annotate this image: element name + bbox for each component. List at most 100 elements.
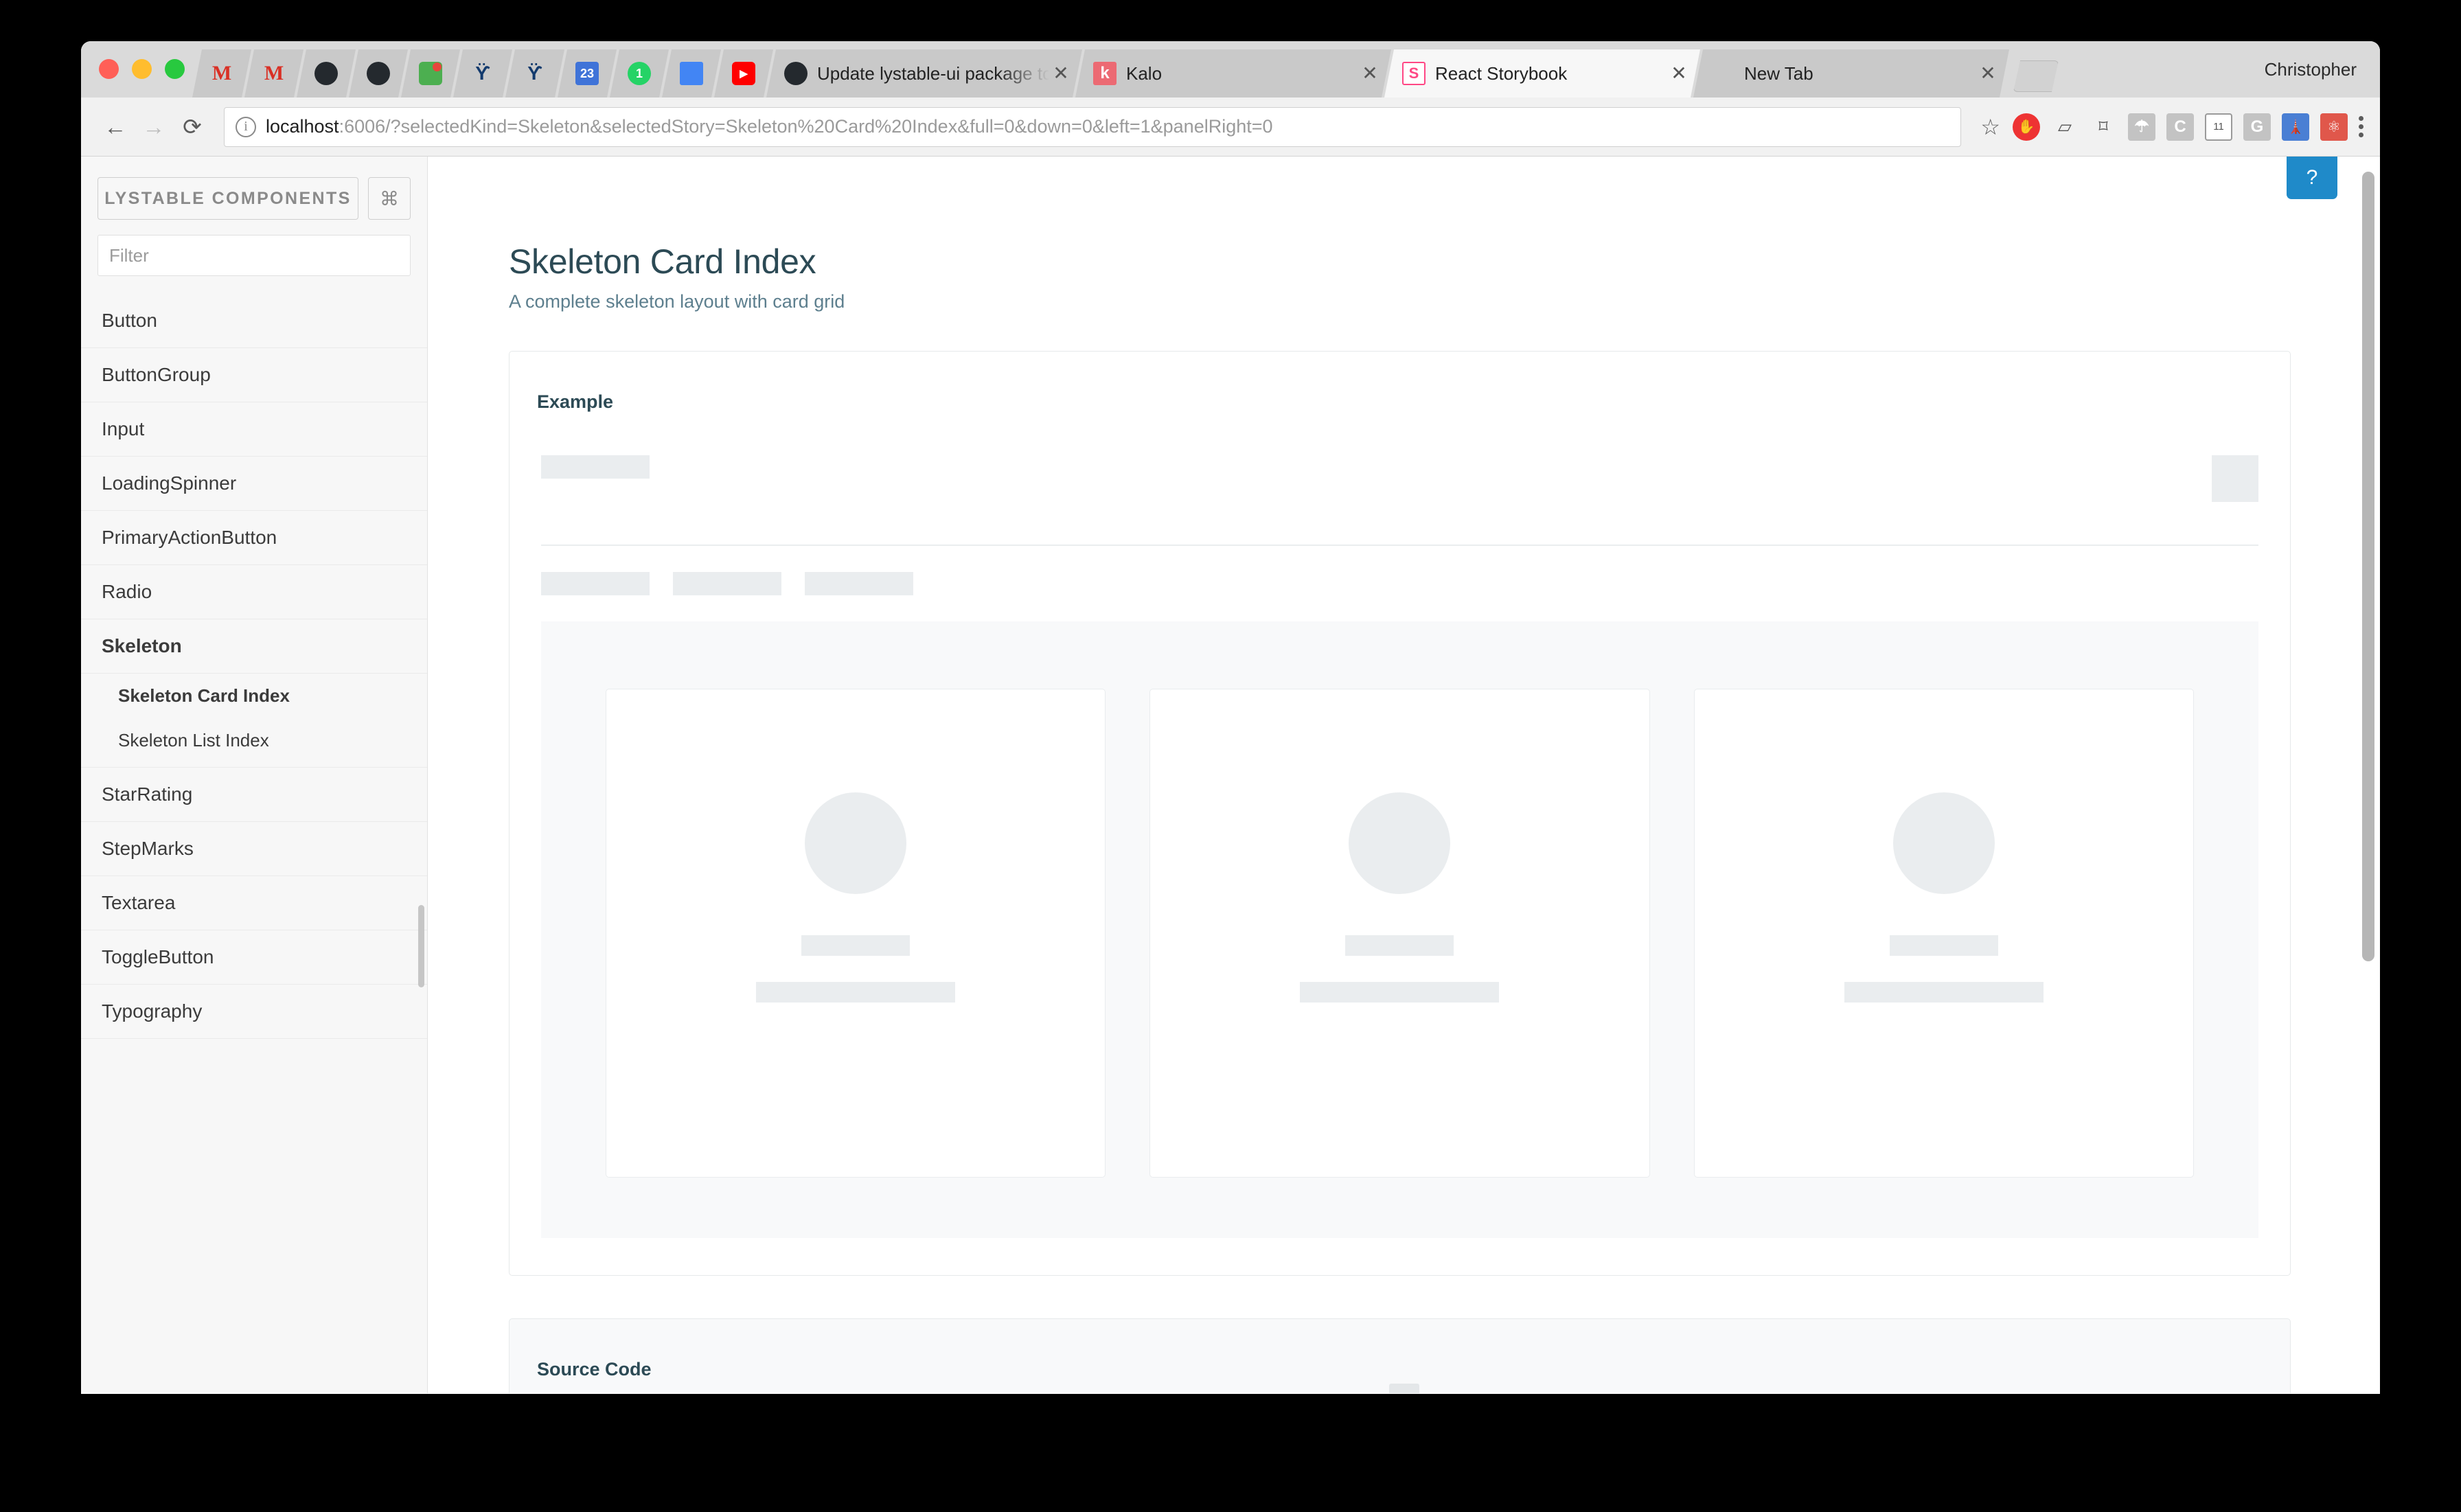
bookmark-star-icon[interactable]: ☆ bbox=[1980, 114, 2000, 140]
minimize-window-button[interactable] bbox=[132, 59, 152, 79]
sidebar-scrollbar[interactable] bbox=[418, 905, 424, 987]
sidebar-list: Button ButtonGroup Input LoadingSpinner Prim… bbox=[81, 294, 427, 1039]
panel-resize-handle[interactable] bbox=[1388, 1384, 1419, 1393]
sidebar-item-primaryactionbutton[interactable]: PrimaryActionButton bbox=[81, 511, 427, 565]
sidebar-story-skeleton-card-index[interactable]: Skeleton Card Index bbox=[81, 674, 427, 718]
close-window-button[interactable] bbox=[99, 59, 119, 79]
browser-tab[interactable]: New Tab ✕ bbox=[1693, 49, 2009, 98]
sidebar-item-button[interactable]: Button bbox=[81, 294, 427, 348]
help-button[interactable]: ? bbox=[2287, 157, 2337, 199]
screenshot-icon[interactable]: ▱ bbox=[2051, 113, 2079, 141]
favicon-icon bbox=[314, 62, 338, 85]
story-content: ? Skeleton Card Index A complete skeleto… bbox=[428, 157, 2380, 1393]
skeleton-card bbox=[1693, 689, 2194, 1178]
sidebar-item-label: Radio bbox=[102, 581, 152, 602]
react-devtools-icon[interactable]: ⚛ bbox=[2320, 113, 2348, 141]
new-tab-button[interactable] bbox=[2013, 60, 2059, 92]
sidebar-item-starrating[interactable]: StarRating bbox=[81, 768, 427, 822]
command-shortcut-icon[interactable]: ⌘ bbox=[368, 177, 411, 220]
tab-close-icon[interactable]: ✕ bbox=[1049, 64, 1073, 83]
sidebar-item-radio[interactable]: Radio bbox=[81, 565, 427, 619]
storybook-sidebar: LYSTABLE COMPONENTS ⌘ Filter Button Butto… bbox=[81, 157, 428, 1393]
umbrella-icon[interactable]: ☂ bbox=[2128, 113, 2155, 141]
back-button[interactable]: ← bbox=[96, 108, 135, 146]
skeleton-avatar-placeholder bbox=[1892, 792, 1995, 894]
sidebar-header: LYSTABLE COMPONENTS ⌘ bbox=[81, 177, 427, 220]
maximize-window-button[interactable] bbox=[165, 59, 185, 79]
story-inner: Skeleton Card Index A complete skeleton … bbox=[428, 157, 2380, 1393]
page-title: Skeleton Card Index bbox=[509, 242, 816, 281]
site-info-icon[interactable]: i bbox=[236, 116, 256, 137]
browser-tab[interactable]: k Kalo ✕ bbox=[1075, 49, 1391, 98]
chrome-menu-button[interactable] bbox=[2359, 116, 2363, 137]
favicon-icon: M bbox=[211, 62, 232, 84]
github-tab-1[interactable] bbox=[297, 49, 356, 98]
favicon-icon bbox=[680, 62, 703, 85]
browser-tab[interactable]: S React Storybook ✕ bbox=[1384, 49, 1700, 98]
profile-name[interactable]: Christopher bbox=[2265, 59, 2357, 80]
c-extension-icon[interactable]: C bbox=[2166, 113, 2194, 141]
skeleton-card bbox=[606, 689, 1106, 1178]
page-subtitle: A complete skeleton layout with card gri… bbox=[509, 291, 845, 312]
sidebar-item-buttongroup[interactable]: ButtonGroup bbox=[81, 348, 427, 402]
sidebar-item-togglebutton[interactable]: ToggleButton bbox=[81, 930, 427, 985]
x-tab-2[interactable]: ϔ bbox=[505, 49, 564, 98]
tab-title: Update lystable-ui package to bbox=[817, 62, 1049, 84]
favicon-icon bbox=[367, 62, 390, 85]
skeleton-tab-placeholder bbox=[541, 572, 650, 595]
x-tab-1[interactable]: ϔ bbox=[453, 49, 512, 98]
tab-close-icon[interactable]: ✕ bbox=[1976, 64, 2000, 83]
skeleton-line-long bbox=[1300, 982, 1500, 1003]
favicon-icon: ϔ bbox=[475, 62, 490, 84]
sidebar-item-label: StepMarks bbox=[102, 838, 194, 859]
filter-input[interactable]: Filter bbox=[98, 235, 411, 276]
sidebar-item-skeleton[interactable]: Skeleton bbox=[81, 619, 427, 674]
skeleton-tab-placeholder bbox=[673, 572, 781, 595]
sidebar-item-loadingspinner[interactable]: LoadingSpinner bbox=[81, 457, 427, 511]
skeleton-header-row bbox=[541, 437, 2258, 502]
skeleton-divider bbox=[541, 545, 2258, 546]
sidebar-item-typography[interactable]: Typography bbox=[81, 985, 427, 1039]
url-text: localhost:6006/?selectedKind=Skeleton&se… bbox=[266, 116, 1273, 137]
favicon-icon: 23 bbox=[575, 62, 599, 85]
tab-close-icon[interactable]: ✕ bbox=[1358, 64, 1382, 83]
whatsapp-tab[interactable]: 1 bbox=[610, 49, 669, 98]
notes-tab[interactable] bbox=[401, 49, 460, 98]
reload-button[interactable]: ⟳ bbox=[173, 108, 211, 146]
skeleton-line-long bbox=[1844, 982, 2044, 1003]
lighthouse-icon[interactable]: 🗼 bbox=[2282, 113, 2309, 141]
youtube-tab[interactable]: ▶ bbox=[714, 49, 773, 98]
tab-close-icon[interactable]: ✕ bbox=[1667, 64, 1691, 83]
address-bar[interactable]: i localhost:6006/?selectedKind=Skeleton&… bbox=[224, 106, 1962, 147]
sidebar-item-label: Button bbox=[102, 310, 157, 331]
google-icon[interactable]: G bbox=[2243, 113, 2271, 141]
gmail-tab-2[interactable]: M bbox=[244, 49, 304, 98]
tab-count-icon[interactable]: 11 bbox=[2205, 113, 2232, 141]
skeleton-line-long bbox=[756, 982, 956, 1003]
content-scrollbar[interactable] bbox=[2362, 172, 2374, 961]
sidebar-item-textarea[interactable]: Textarea bbox=[81, 876, 427, 930]
favicon-icon: 1 bbox=[628, 62, 651, 85]
forward-button[interactable]: → bbox=[135, 108, 173, 146]
skeleton-example bbox=[510, 413, 2290, 1275]
sidebar-story-skeleton-list-index[interactable]: Skeleton List Index bbox=[81, 718, 427, 763]
sidebar-item-label: Typography bbox=[102, 1000, 203, 1022]
sidebar-item-stepmarks[interactable]: StepMarks bbox=[81, 822, 427, 876]
sidebar-subitems: Skeleton Card Index Skeleton List Index bbox=[81, 674, 427, 768]
favicon-icon bbox=[419, 62, 442, 85]
google-docs-tab[interactable] bbox=[662, 49, 721, 98]
browser-tab[interactable]: Update lystable-ui package to ✕ bbox=[766, 49, 1082, 98]
cast-icon[interactable]: ⌑ bbox=[2090, 113, 2117, 141]
calendar-tab[interactable]: 23 bbox=[558, 49, 617, 98]
gmail-tab-1[interactable]: M bbox=[192, 49, 251, 98]
adblock-icon[interactable]: ✋ bbox=[2013, 113, 2040, 141]
sidebar-item-label: Textarea bbox=[102, 892, 176, 913]
tab-title: Kalo bbox=[1126, 62, 1163, 84]
example-label: Example bbox=[537, 391, 614, 412]
skeleton-tabs-row bbox=[541, 572, 2258, 595]
favicon-icon: M bbox=[264, 62, 284, 84]
sidebar-item-label: Skeleton bbox=[102, 635, 182, 656]
sidebar-item-input[interactable]: Input bbox=[81, 402, 427, 457]
github-tab-2[interactable] bbox=[349, 49, 408, 98]
skeleton-avatar-placeholder bbox=[1349, 792, 1451, 894]
